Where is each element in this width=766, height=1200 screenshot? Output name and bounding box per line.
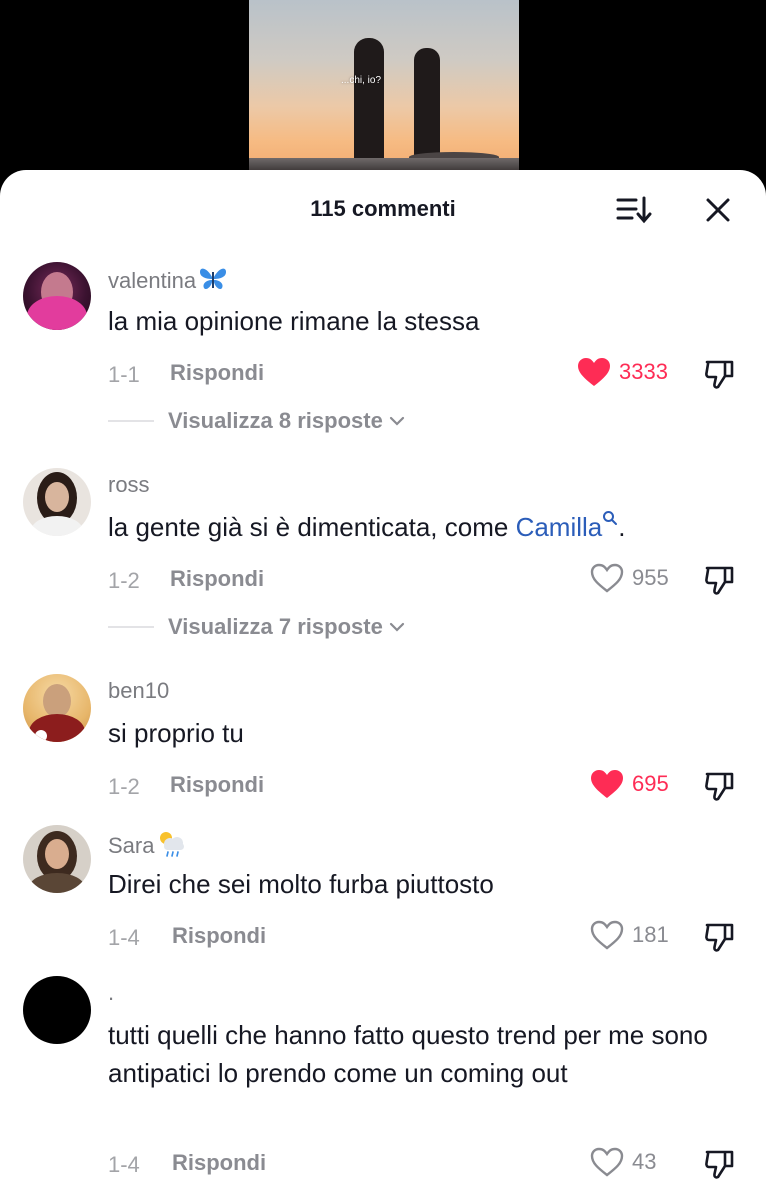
mention-text: Camilla	[515, 512, 603, 542]
comment-text: la gente già si è dimenticata, come Cami…	[108, 508, 738, 546]
like-count: 695	[632, 771, 669, 796]
search-icon	[603, 511, 618, 525]
like-count: 181	[632, 922, 669, 947]
view-replies-label: Visualizza 8 risposte	[168, 408, 383, 433]
sort-icon	[616, 196, 652, 224]
reply-button[interactable]: Rispondi	[172, 1150, 266, 1176]
rain-cloud-icon	[156, 829, 186, 865]
reply-button[interactable]: Rispondi	[170, 360, 264, 386]
dislike-icon	[705, 360, 734, 389]
username[interactable]: .	[108, 980, 114, 1006]
comment-date: 1-4	[108, 1152, 140, 1177]
view-replies[interactable]: Visualizza 7 risposte	[108, 614, 405, 640]
heart-icon	[591, 770, 623, 798]
reply-button[interactable]: Rispondi	[170, 772, 264, 798]
dislike-button[interactable]	[702, 356, 738, 392]
username-text: Sara	[108, 832, 155, 858]
dislike-button[interactable]	[702, 1146, 738, 1182]
heart-icon	[590, 1147, 624, 1177]
comment-text: si proprio tu	[108, 718, 244, 748]
comment-text: Direi che sei molto furba piuttosto	[108, 869, 494, 899]
like-button[interactable]: 181	[590, 920, 669, 950]
dislike-icon	[705, 772, 734, 801]
heart-icon	[590, 920, 624, 950]
like-button[interactable]: 43	[590, 1147, 656, 1177]
comment-date: 1-2	[108, 774, 140, 799]
avatar[interactable]	[23, 976, 91, 1044]
dislike-icon	[705, 1150, 734, 1179]
avatar[interactable]	[23, 674, 91, 742]
username[interactable]: valentina	[108, 266, 228, 298]
video-caption: ...chi, io?	[341, 75, 382, 86]
dislike-icon	[705, 923, 734, 952]
reply-button[interactable]: Rispondi	[172, 923, 266, 949]
like-button[interactable]: 3333	[577, 357, 668, 387]
chevron-down-icon	[389, 622, 404, 632]
username[interactable]: ross	[108, 472, 150, 498]
dislike-button[interactable]	[702, 919, 738, 955]
video-preview[interactable]: ...chi, io?	[249, 0, 519, 172]
like-count: 3333	[619, 359, 668, 384]
view-replies-label: Visualizza 7 risposte	[168, 614, 383, 639]
avatar[interactable]	[23, 468, 91, 536]
divider-line	[108, 626, 154, 628]
dislike-button[interactable]	[702, 562, 738, 598]
figure-left	[354, 38, 384, 172]
dislike-icon	[705, 566, 734, 595]
heart-icon	[590, 563, 624, 593]
comment-date: 1-4	[108, 925, 140, 950]
comment-date: 1-1	[108, 362, 140, 387]
like-count: 43	[632, 1149, 657, 1174]
sheet-header: 115 commenti	[0, 170, 766, 250]
reply-button[interactable]: Rispondi	[170, 566, 264, 592]
mention-link[interactable]: Camilla	[515, 511, 619, 542]
close-icon	[706, 198, 730, 222]
close-button[interactable]	[700, 192, 736, 228]
avatar[interactable]	[23, 825, 91, 893]
divider-line	[108, 420, 154, 422]
like-button[interactable]: 695	[590, 769, 669, 799]
username[interactable]: Sara	[108, 829, 186, 865]
comment-date: 1-2	[108, 568, 140, 593]
avatar[interactable]	[23, 262, 91, 330]
butterfly-icon	[198, 266, 228, 298]
username[interactable]: ben10	[108, 678, 169, 704]
like-button[interactable]: 955	[590, 563, 669, 593]
like-count: 955	[632, 565, 669, 590]
comment-text: la mia opinione rimane la stessa	[108, 306, 480, 336]
heart-icon	[578, 358, 610, 386]
dislike-button[interactable]	[702, 768, 738, 804]
chevron-down-icon	[389, 416, 404, 426]
comment-text: tutti quelli che hanno fatto questo tren…	[108, 1020, 708, 1088]
view-replies[interactable]: Visualizza 8 risposte	[108, 408, 405, 434]
comment-text-part: la gente già si è dimenticata, come	[108, 512, 516, 542]
username-text: valentina	[108, 267, 197, 293]
comment-text-end: .	[618, 512, 626, 542]
sort-button[interactable]	[614, 194, 654, 226]
